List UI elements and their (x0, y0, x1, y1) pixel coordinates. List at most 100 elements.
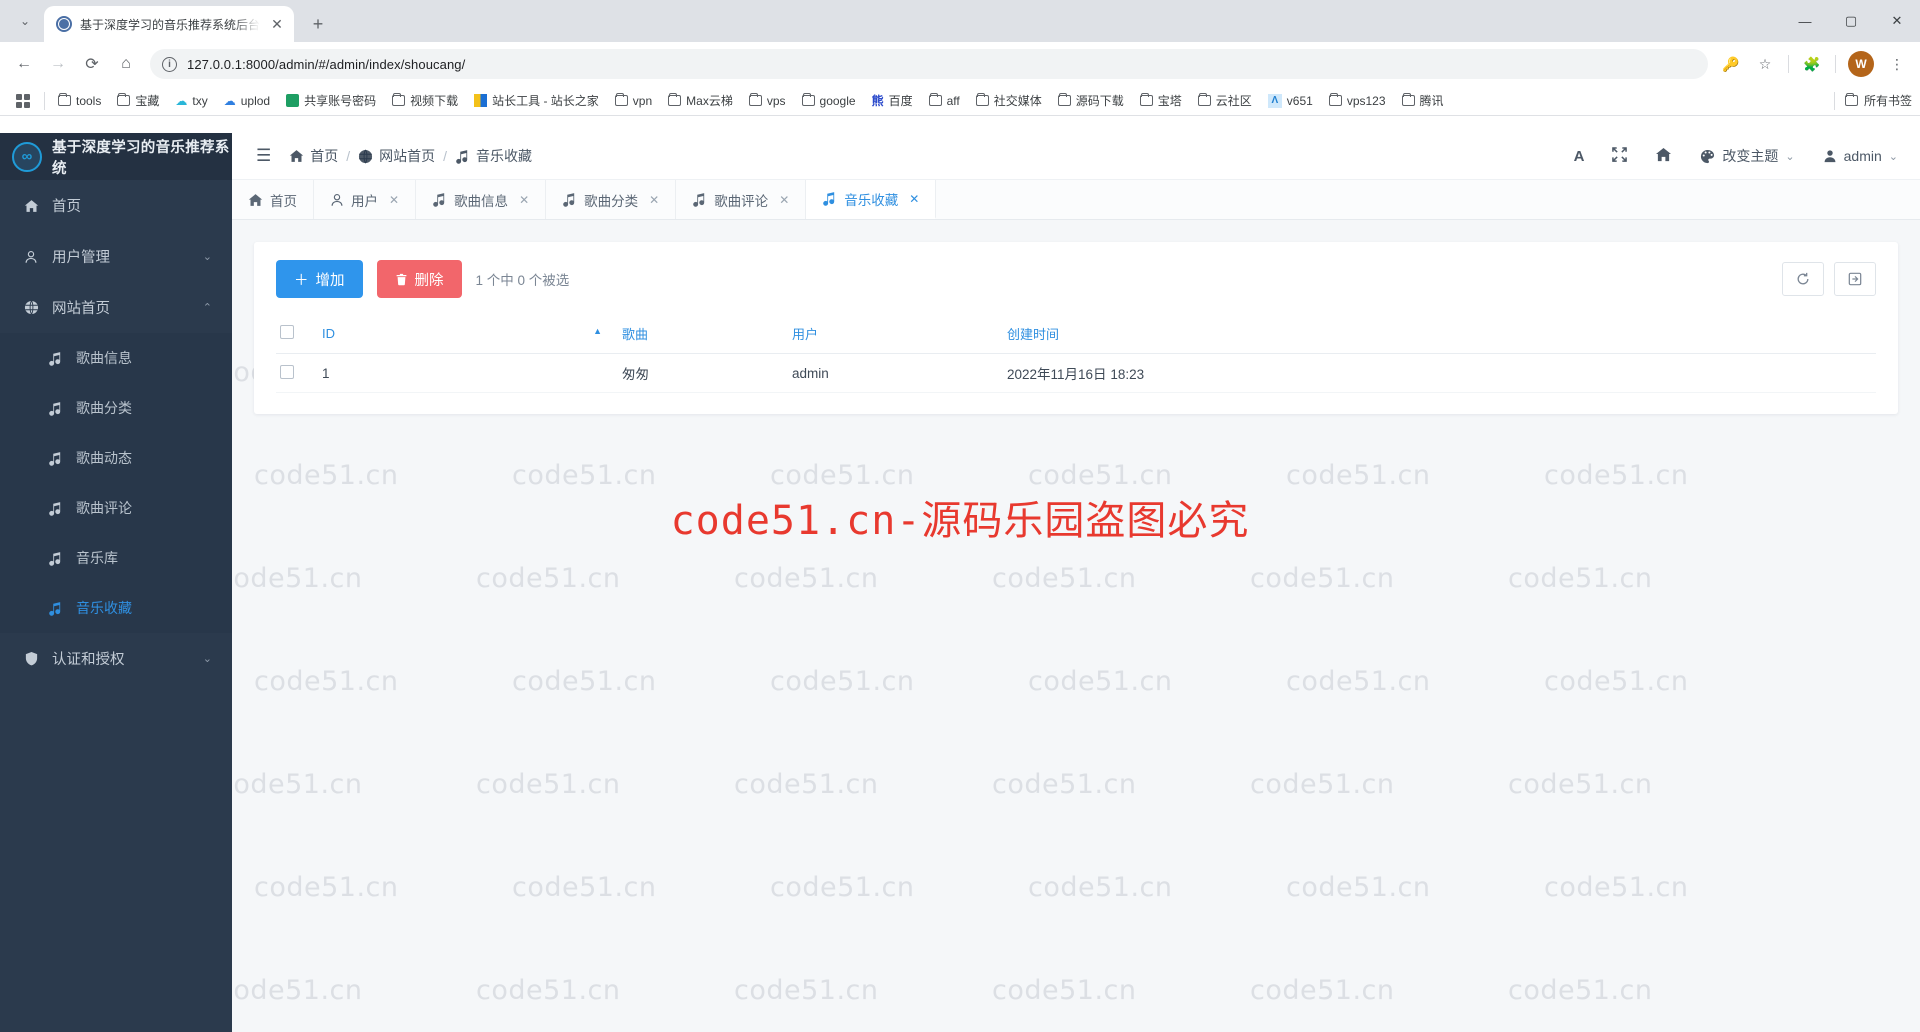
shield-icon (22, 651, 40, 666)
sidebar-item-1[interactable]: 用户管理 ⌄ (0, 231, 232, 282)
bookmark-item[interactable]: ☁ uplod (217, 91, 277, 111)
folder-icon (1844, 92, 1858, 106)
bookmark-item[interactable]: aff (922, 91, 967, 111)
cell-id[interactable]: 1 (318, 353, 618, 393)
window-close-icon[interactable]: ✕ (1874, 0, 1920, 42)
select-all-checkbox[interactable] (280, 325, 294, 339)
breadcrumb-item[interactable]: 音乐收藏 (455, 146, 532, 166)
music-note-icon (46, 551, 64, 566)
back-icon[interactable]: ← (8, 48, 40, 80)
breadcrumb-item[interactable]: 网站首页 (358, 146, 435, 166)
close-icon[interactable]: ✕ (389, 193, 399, 207)
new-tab-button[interactable]: + (304, 10, 332, 38)
address-bar[interactable]: i 127.0.0.1:8000/admin/#/admin/index/sho… (150, 49, 1708, 79)
column-header-id[interactable]: ID ▲ (318, 318, 618, 354)
column-header-song[interactable]: 歌曲 (618, 318, 788, 354)
close-icon[interactable]: ✕ (268, 16, 286, 33)
add-button[interactable]: ＋ 增加 (276, 260, 363, 298)
bookmark-item[interactable]: 腾讯 (1395, 89, 1451, 112)
sidebar-subitem-0[interactable]: 歌曲信息 (0, 333, 232, 383)
tab-search-button[interactable]: ⌄ (8, 4, 42, 38)
view-tab-2[interactable]: 歌曲信息 ✕ (416, 180, 547, 219)
bookmark-items: tools 宝藏 ☁ txy ☁ uplod 共享账号密码 视频下载 站长工具 - 站长之家 vp… (51, 89, 1451, 112)
sidebar-item-0[interactable]: 首页 (0, 180, 232, 231)
bookmark-item[interactable]: Max云梯 (661, 89, 740, 112)
theme-switcher[interactable]: 改变主题 ⌄ (1700, 146, 1795, 166)
export-icon[interactable] (1834, 262, 1876, 296)
delete-button-label: 删除 (414, 272, 444, 289)
view-tab-4[interactable]: 歌曲评论 ✕ (676, 180, 807, 219)
browser-menu-icon[interactable]: ⋮ (1882, 49, 1912, 79)
hamburger-icon[interactable]: ☰ (246, 142, 281, 170)
close-icon[interactable]: ✕ (519, 193, 529, 207)
all-bookmarks[interactable]: 所有书签 (1830, 91, 1912, 110)
site-info-icon[interactable]: i (162, 56, 177, 72)
sidebar-subitem-1[interactable]: 歌曲分类 (0, 383, 232, 433)
fullscreen-icon[interactable] (1612, 146, 1628, 166)
browser-tab[interactable]: 基于深度学习的音乐推荐系统后台 ✕ (44, 6, 295, 42)
close-icon[interactable]: ✕ (779, 193, 789, 207)
close-icon[interactable]: ✕ (649, 193, 659, 207)
sidebar-menu: 首页 用户管理 ⌄ 网站首页 ⌃ 歌曲信息歌曲分类 歌曲动态 歌曲评论 音乐库 音乐收藏 认证和授权… (0, 180, 232, 684)
bookmark-label: 源码下载 (1075, 94, 1124, 108)
row-checkbox[interactable] (280, 364, 294, 379)
user-menu[interactable]: admin ⌄ (1823, 148, 1898, 164)
breadcrumb-label: 音乐收藏 (476, 148, 533, 164)
bookmark-item[interactable]: 源码下载 (1051, 89, 1131, 112)
view-tab-5[interactable]: 音乐收藏 ✕ (806, 180, 937, 219)
bookmark-item[interactable]: vpn (608, 91, 659, 111)
music-note-icon (432, 192, 447, 207)
sidebar-subitem-2[interactable]: 歌曲动态 (0, 433, 232, 483)
column-header-created[interactable]: 创建时间 (1003, 318, 1876, 354)
bookmark-item[interactable]: 站长工具 - 站长之家 (467, 89, 606, 112)
sidebar-item-2[interactable]: 网站首页 ⌃ (0, 282, 232, 333)
breadcrumb-item[interactable]: 首页 (289, 146, 338, 166)
music-note-icon (46, 401, 64, 416)
column-header-user[interactable]: 用户 (788, 318, 1003, 354)
view-tab-3[interactable]: 歌曲分类 ✕ (546, 180, 677, 219)
password-key-icon[interactable]: 🔑 (1716, 49, 1746, 79)
delete-button[interactable]: 删除 (376, 260, 462, 298)
apps-shortcut[interactable] (8, 90, 38, 112)
maximize-icon[interactable]: ▢ (1828, 0, 1874, 42)
sidebar-item-3[interactable]: 认证和授权 ⌄ (0, 633, 232, 684)
sidebar-subitem-5[interactable]: 音乐收藏 (0, 583, 232, 633)
sidebar-subitem-label: 歌曲信息 (76, 350, 132, 366)
bookmark-item[interactable]: 云社区 (1191, 89, 1259, 112)
reload-icon[interactable]: ⟳ (76, 48, 108, 80)
bookmark-item[interactable]: 宝塔 (1133, 89, 1189, 112)
bookmark-item[interactable]: vps123 (1322, 91, 1393, 111)
table-row[interactable]: 1 匆匆 admin 2022年11月16日 18:23 (276, 353, 1876, 393)
view-tab-0[interactable]: 首页 (232, 180, 314, 219)
profile-avatar[interactable]: W (1848, 51, 1874, 77)
refresh-icon[interactable] (1782, 262, 1824, 296)
close-icon[interactable]: ✕ (909, 192, 919, 206)
bookmark-item[interactable]: 视频下载 (385, 89, 465, 112)
row-select-cell[interactable] (276, 353, 318, 393)
view-tab-1[interactable]: 用户 ✕ (314, 180, 417, 219)
forward-icon[interactable]: → (42, 48, 74, 80)
globe-icon (358, 149, 373, 164)
bookmark-star-icon[interactable]: ☆ (1750, 49, 1780, 79)
extensions-icon[interactable]: 🧩 (1797, 49, 1827, 79)
bookmark-item[interactable]: tools (51, 91, 108, 111)
home-icon[interactable]: ⌂ (110, 48, 142, 80)
bookmark-item[interactable]: 社交媒体 (969, 89, 1049, 112)
select-all-header[interactable] (276, 318, 318, 354)
sidebar-subitem-4[interactable]: 音乐库 (0, 533, 232, 583)
minimize-icon[interactable]: — (1782, 0, 1828, 42)
bookmark-label: 社交媒体 (993, 94, 1042, 108)
brand-header[interactable]: ∞ 基于深度学习的音乐推荐系统 (0, 133, 232, 180)
globe-icon (22, 300, 40, 315)
folder-icon (1197, 92, 1211, 106)
bookmark-item[interactable]: ☁ txy (168, 91, 214, 111)
sidebar-subitem-3[interactable]: 歌曲评论 (0, 483, 232, 533)
bookmark-item[interactable]: 宝藏 (110, 89, 166, 112)
bookmark-item[interactable]: Λv651 (1261, 91, 1320, 111)
font-size-icon[interactable]: A (1574, 148, 1585, 165)
bookmark-item[interactable]: 共享账号密码 (279, 89, 383, 112)
bookmark-item[interactable]: google (795, 91, 863, 111)
header-home-icon[interactable] (1655, 147, 1672, 166)
bookmark-item[interactable]: 熊百度 (865, 89, 920, 112)
bookmark-item[interactable]: vps (742, 91, 793, 111)
